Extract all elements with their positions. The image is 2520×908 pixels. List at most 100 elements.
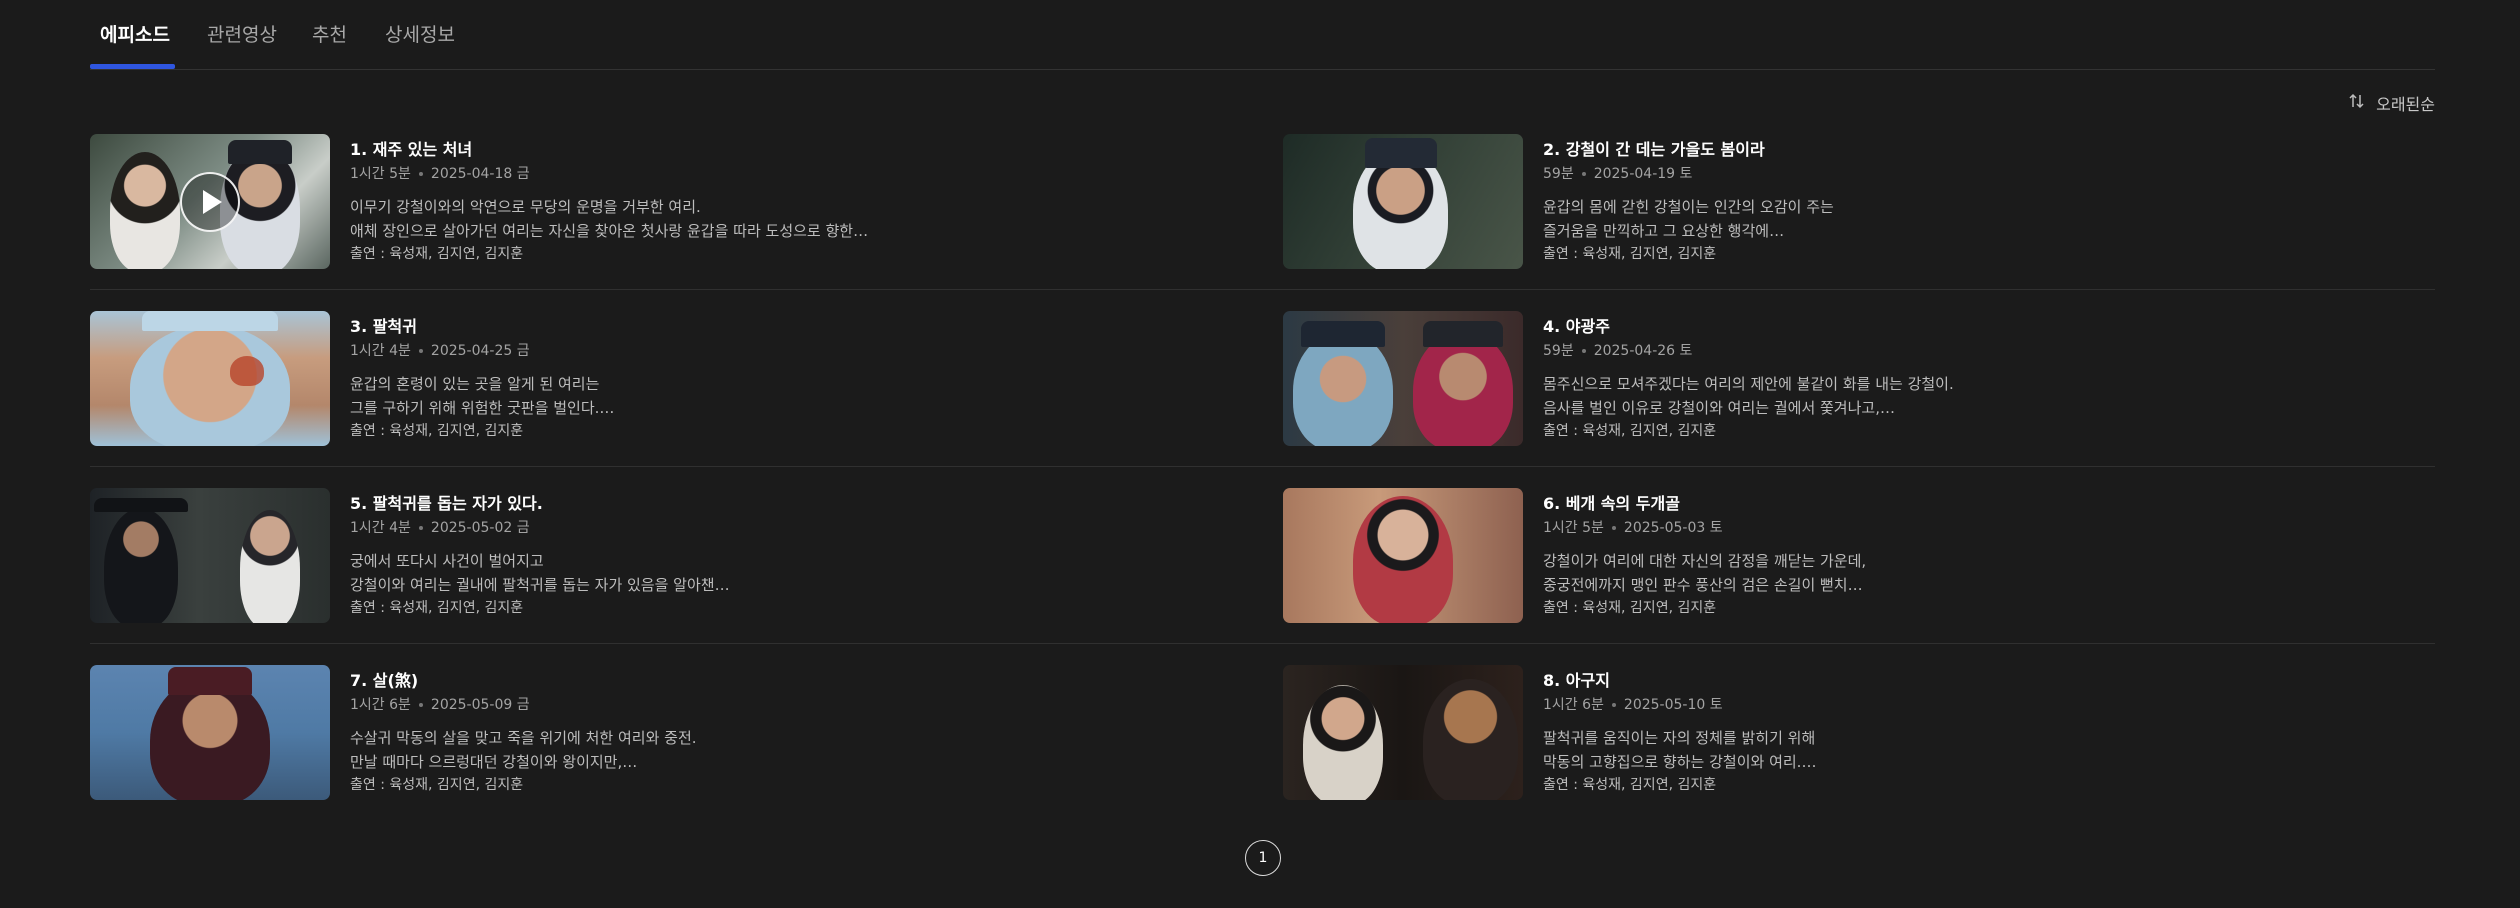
episode-meta: 59분 2025-04-19 토: [1543, 165, 2423, 183]
cast-names: 육성재, 김지연, 김지훈: [1582, 777, 1717, 793]
episode-title: 7. 살(煞): [350, 671, 419, 690]
episode-title: 4. 야광주: [1543, 317, 1610, 336]
tab-details[interactable]: 상세정보: [385, 20, 455, 47]
episode-date: 2025-05-02 금: [430, 520, 530, 536]
episode-cast: 출연 : 육성재, 김지연, 김지훈: [1543, 244, 2423, 264]
tab-episodes[interactable]: 에피소드: [100, 20, 170, 47]
meta-separator: [1611, 703, 1616, 707]
sort-icon: [2348, 92, 2366, 114]
episode-description-line: 이무기 강철이와의 악연으로 무당의 운명을 거부한 여리.: [350, 198, 701, 216]
episode-meta: 1시간 4분 2025-05-02 금: [350, 519, 1230, 537]
episode-duration: 1시간 5분: [1543, 520, 1604, 536]
meta-separator: [418, 349, 423, 353]
episode-thumbnail[interactable]: [90, 134, 330, 269]
episode-description: 수살귀 막동의 살을 맞고 죽을 위기에 처한 여리와 중전. 만날 때마다 으르…: [350, 726, 950, 774]
episode-description-line: 몸주신으로 모셔주겠다는 여리의 제안에 불같이 화를 내는 강철이.: [1543, 375, 1954, 393]
episode-description: 윤갑의 혼령이 있는 곳을 알게 된 여리는그를 구하기 위해 위험한 굿판을 …: [350, 372, 950, 420]
tab-recommend[interactable]: 추천: [312, 20, 347, 47]
row-divider: [90, 466, 2435, 467]
episode-description-line: 그를 구하기 위해 위험한 굿판을 벌인다.…: [350, 399, 615, 417]
row-divider: [90, 289, 2435, 290]
episode-thumbnail[interactable]: [1283, 134, 1523, 269]
cast-prefix: 출연 :: [1543, 246, 1583, 262]
episode-description-line: 궁에서 또다시 사건이 벌어지고: [350, 552, 544, 570]
meta-separator: [418, 172, 423, 176]
episode-description: 몸주신으로 모셔주겠다는 여리의 제안에 불같이 화를 내는 강철이. 음사를 벌…: [1543, 372, 2143, 420]
pagination-page-button[interactable]: 1: [1245, 840, 1281, 876]
episode-description: 이무기 강철이와의 악연으로 무당의 운명을 거부한 여리. 애체 장인으로 살아…: [350, 195, 950, 243]
episode-thumbnail[interactable]: [90, 665, 330, 800]
episode-item[interactable]: 3. 팔척귀 1시간 4분 2025-04-25 금 윤갑의 혼령이 있는 곳을 …: [90, 311, 1240, 448]
episode-cast: 출연 : 육성재, 김지연, 김지훈: [350, 598, 1230, 618]
episode-date: 2025-05-09 금: [430, 697, 530, 713]
play-button[interactable]: [180, 172, 240, 232]
episode-description: 윤갑의 몸에 갇힌 강철이는 인간의 오감이 주는 즐거움을 만끽하고 그 요상한…: [1543, 195, 2143, 243]
tab-related-videos[interactable]: 관련영상: [207, 20, 277, 47]
episode-meta: 1시간 5분 2025-05-03 토: [1543, 519, 2423, 537]
episode-duration: 1시간 6분: [350, 697, 411, 713]
episode-meta: 1시간 4분 2025-04-25 금: [350, 342, 1230, 360]
episode-title: 3. 팔척귀: [350, 317, 417, 336]
episode-thumbnail[interactable]: [90, 311, 330, 446]
meta-separator: [1611, 526, 1616, 530]
episode-description-line: 수살귀 막동의 살을 맞고 죽을 위기에 처한 여리와 중전.: [350, 729, 697, 747]
cast-names: 육성재, 김지연, 김지훈: [389, 423, 524, 439]
episode-cast: 출연 : 육성재, 김지연, 김지훈: [1543, 598, 2423, 618]
episode-item[interactable]: 2. 강철이 간 데는 가을도 봄이라 59분 2025-04-19 토 윤갑의 …: [1283, 134, 2433, 271]
episode-item[interactable]: 4. 야광주 59분 2025-04-26 토 몸주신으로 모셔주겠다는 여리의 …: [1283, 311, 2433, 448]
meta-separator: [1581, 349, 1586, 353]
meta-separator: [1581, 172, 1586, 176]
cast-prefix: 출연 :: [1543, 423, 1583, 439]
episode-title: 2. 강철이 간 데는 가을도 봄이라: [1543, 140, 1765, 159]
cast-prefix: 출연 :: [350, 600, 390, 616]
episode-thumbnail[interactable]: [90, 488, 330, 623]
episode-title: 6. 베개 속의 두개골: [1543, 494, 1680, 513]
cast-prefix: 출연 :: [350, 246, 390, 262]
episode-description-line: 윤갑의 혼령이 있는 곳을 알게 된 여리는: [350, 375, 600, 393]
episode-description-line: 강철이가 여리에 대한 자신의 감정을 깨닫는 가운데,: [1543, 552, 1867, 570]
episode-thumbnail[interactable]: [1283, 488, 1523, 623]
episode-date: 2025-04-25 금: [430, 343, 530, 359]
episode-description-line: 막동의 고향집으로 향하는 강철이와 여리.…: [1543, 753, 1817, 771]
episode-date: 2025-05-10 토: [1623, 697, 1723, 713]
episode-description: 팔척귀를 움직이는 자의 정체를 밝히기 위해 막동의 고향집으로 향하는 강철이…: [1543, 726, 2143, 774]
episode-description-line: 즐거움을 만끽하고 그 요상한 행각에…: [1543, 222, 1785, 240]
cast-names: 육성재, 김지연, 김지훈: [1582, 423, 1717, 439]
episode-meta: 1시간 6분 2025-05-10 토: [1543, 696, 2423, 714]
cast-names: 육성재, 김지연, 김지훈: [1582, 246, 1717, 262]
episode-item[interactable]: 1. 재주 있는 처녀 1시간 5분 2025-04-18 금 이무기 강철이와의…: [90, 134, 1240, 271]
episode-duration: 59분: [1543, 343, 1574, 359]
episode-thumbnail[interactable]: [1283, 311, 1523, 446]
episode-duration: 1시간 6분: [1543, 697, 1604, 713]
episode-duration: 1시간 5분: [350, 166, 411, 182]
episode-description-line: 음사를 벌인 이유로 강철이와 여리는 궐에서 쫓겨나고,…: [1543, 399, 1895, 417]
cast-prefix: 출연 :: [1543, 600, 1583, 616]
episode-date: 2025-04-19 토: [1593, 166, 1693, 182]
episode-description-line: 애체 장인으로 살아가던 여리는 자신을 찾아온 첫사랑 윤갑을 따라 도성으로…: [350, 222, 869, 240]
episode-date: 2025-04-18 금: [430, 166, 530, 182]
episode-item[interactable]: 5. 팔척귀를 돕는 자가 있다. 1시간 4분 2025-05-02 금 궁에서…: [90, 488, 1240, 625]
episode-item[interactable]: 7. 살(煞) 1시간 6분 2025-05-09 금 수살귀 막동의 살을 맞고…: [90, 665, 1240, 802]
episode-cast: 출연 : 육성재, 김지연, 김지훈: [350, 244, 1230, 264]
episode-duration: 1시간 4분: [350, 343, 411, 359]
episode-description-line: 중궁전에까지 맹인 판수 풍산의 검은 손길이 뻗치…: [1543, 576, 1863, 594]
episode-item[interactable]: 6. 베개 속의 두개골 1시간 5분 2025-05-03 토 강철이가 여리에…: [1283, 488, 2433, 625]
episode-cast: 출연 : 육성재, 김지연, 김지훈: [350, 421, 1230, 441]
meta-separator: [418, 526, 423, 530]
episode-title: 5. 팔척귀를 돕는 자가 있다.: [350, 494, 543, 513]
episode-item[interactable]: 8. 아구지 1시간 6분 2025-05-10 토 팔척귀를 움직이는 자의 정…: [1283, 665, 2433, 802]
cast-prefix: 출연 :: [350, 777, 390, 793]
meta-separator: [418, 703, 423, 707]
episode-date: 2025-05-03 토: [1623, 520, 1723, 536]
sort-button[interactable]: 오래된순: [2348, 91, 2435, 115]
episode-description: 강철이가 여리에 대한 자신의 감정을 깨닫는 가운데, 중궁전에까지 맹인 판수…: [1543, 549, 2143, 597]
cast-names: 육성재, 김지연, 김지훈: [389, 777, 524, 793]
episode-meta: 1시간 5분 2025-04-18 금: [350, 165, 1230, 183]
episode-meta: 59분 2025-04-26 토: [1543, 342, 2423, 360]
episode-cast: 출연 : 육성재, 김지연, 김지훈: [350, 775, 1230, 795]
cast-names: 육성재, 김지연, 김지훈: [1582, 600, 1717, 616]
episode-panel: 에피소드 관련영상 추천 상세정보 오래된순 1. 재주 있는 처녀 1시간 5…: [90, 0, 2435, 908]
episode-title: 8. 아구지: [1543, 671, 1610, 690]
episode-thumbnail[interactable]: [1283, 665, 1523, 800]
play-icon: [203, 190, 222, 214]
